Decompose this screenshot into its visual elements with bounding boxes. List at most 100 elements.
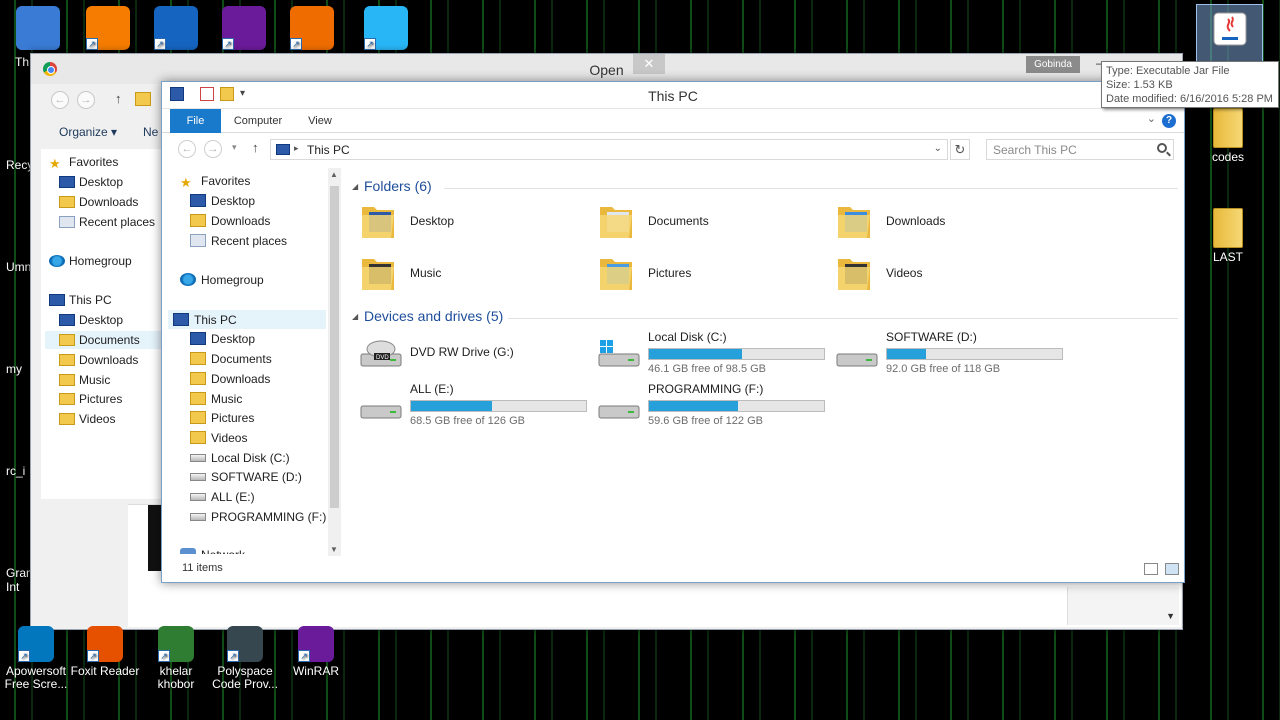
- folder-tile-videos[interactable]: Videos: [824, 250, 1054, 298]
- drive-tile-local-disk-c[interactable]: Local Disk (C:) 46.1 GB free of 98.5 GB: [586, 330, 825, 378]
- nav-item-downloads[interactable]: Downloads: [190, 212, 270, 231]
- open-sidebar-item[interactable]: Homegroup: [49, 252, 132, 270]
- nav-item-downloads[interactable]: Downloads: [190, 370, 270, 389]
- open-dialog-close-button[interactable]: ✕: [633, 54, 665, 74]
- file-type-box[interactable]: ▼: [1067, 587, 1179, 625]
- chevron-down-icon[interactable]: ⌄: [934, 143, 942, 154]
- nav-item-homegroup[interactable]: Homegroup: [180, 271, 264, 290]
- nav-item-favorites[interactable]: ★ Favorites: [180, 172, 250, 191]
- nav-scrollbar[interactable]: ▲ ▼: [328, 168, 341, 556]
- nav-item-this-pc[interactable]: This PC: [168, 310, 326, 329]
- tab-view[interactable]: View: [300, 109, 340, 133]
- search-input[interactable]: [987, 140, 1147, 159]
- details-view-icon[interactable]: [1144, 563, 1158, 575]
- open-dialog-sidebar: ★ Favorites Desktop Downloads Recent places H…: [41, 149, 161, 499]
- desktop-icon-label-line2: Code Prov...: [212, 677, 278, 691]
- open-sidebar-item[interactable]: Pictures: [59, 390, 122, 408]
- drive-tile-software-d[interactable]: SOFTWARE (D:) 92.0 GB free of 118 GB: [824, 330, 1063, 378]
- drive-tile-all-e[interactable]: ALL (E:) 68.5 GB free of 126 GB: [348, 382, 587, 430]
- desktop-icon-avast[interactable]: ↗: [72, 6, 144, 53]
- back-arrow-icon[interactable]: ←: [178, 140, 196, 158]
- open-sidebar-item[interactable]: Documents: [45, 331, 161, 349]
- refresh-button[interactable]: ↻: [950, 139, 970, 160]
- up-arrow-icon[interactable]: ↑: [115, 91, 122, 106]
- folders-group-header[interactable]: ◢ Folders (6): [348, 178, 1178, 198]
- folder-tile-music[interactable]: Music: [348, 250, 578, 298]
- nav-item-desktop[interactable]: Desktop: [190, 192, 255, 211]
- scroll-up-icon[interactable]: ▲: [330, 170, 338, 179]
- collapse-icon[interactable]: ◢: [352, 182, 358, 191]
- desktop-icon-shareit[interactable]: ↗: [350, 6, 422, 53]
- desktop-icon-this-pc[interactable]: Th: [2, 6, 74, 69]
- desktop-icon: [59, 314, 75, 326]
- desktop-shortcut-4[interactable]: ↗ Polyspace Code Prov...: [209, 626, 281, 691]
- desktop-folder-last[interactable]: LAST: [1192, 208, 1264, 264]
- help-icon[interactable]: ?: [1162, 114, 1176, 128]
- open-sidebar-item[interactable]: Downloads: [59, 351, 138, 369]
- folder-tile-documents[interactable]: Documents: [586, 198, 816, 246]
- recent-locations-icon[interactable]: ▾: [232, 142, 237, 153]
- collapse-icon[interactable]: ◢: [352, 312, 358, 321]
- drive-tile-dvd-rw-drive-g[interactable]: DVD DVD RW Drive (G:): [348, 330, 583, 378]
- nav-item-software-d[interactable]: SOFTWARE (D:): [190, 468, 302, 487]
- chevron-down-icon[interactable]: ▼: [1166, 611, 1175, 621]
- drives-group-header[interactable]: ◢ Devices and drives (5): [348, 308, 1178, 328]
- drive-tile-programming-f[interactable]: PROGRAMMING (F:) 59.6 GB free of 122 GB: [586, 382, 825, 430]
- desktop-icon-label-partial[interactable]: Umn: [6, 260, 31, 274]
- back-arrow-icon[interactable]: ←: [51, 91, 69, 109]
- open-sidebar-item[interactable]: Recent places: [59, 213, 155, 231]
- desktop-icon-label-partial[interactable]: rc_i: [6, 464, 25, 478]
- address-bar[interactable]: ▸ This PC ⌄: [270, 139, 948, 160]
- scroll-down-icon[interactable]: ▼: [330, 545, 338, 554]
- nav-item-pictures[interactable]: Pictures: [190, 409, 254, 428]
- app-purple-icon: ↗: [222, 6, 266, 50]
- open-sidebar-item[interactable]: Desktop: [59, 173, 123, 191]
- folder-icon: [190, 431, 206, 444]
- new-folder-button[interactable]: Ne: [143, 125, 158, 139]
- nav-item-desktop[interactable]: Desktop: [190, 330, 255, 349]
- open-sidebar-item[interactable]: ★ Favorites: [49, 153, 118, 171]
- nav-item-music[interactable]: Music: [190, 390, 242, 409]
- expand-ribbon-icon[interactable]: ⌄: [1147, 112, 1156, 125]
- address-row: ← → ▾ ↑ ▸ This PC ⌄ ↻: [162, 135, 1184, 163]
- desktop-shortcut-3[interactable]: ↗ khelar khobor: [140, 626, 212, 691]
- open-sidebar-item[interactable]: Downloads: [59, 193, 138, 211]
- desktop-shortcut-2[interactable]: ↗ Foxit Reader: [69, 626, 141, 678]
- breadcrumb[interactable]: This PC: [307, 143, 350, 157]
- open-sidebar-item[interactable]: Desktop: [59, 311, 123, 329]
- desktop-shortcut-1[interactable]: ↗ Apowersoft Free Scre...: [0, 626, 72, 691]
- search-box[interactable]: [986, 139, 1174, 160]
- desktop-icon-app-blue[interactable]: ↗: [140, 6, 212, 53]
- folder-name: Music: [410, 266, 442, 280]
- nav-item-local-disk-c[interactable]: Local Disk (C:): [190, 449, 290, 468]
- open-sidebar-item[interactable]: Videos: [59, 410, 115, 428]
- folder-tile-desktop[interactable]: Desktop: [348, 198, 578, 246]
- tab-computer[interactable]: Computer: [228, 109, 288, 133]
- folder-tile-downloads[interactable]: Downloads: [824, 198, 1054, 246]
- forward-arrow-icon[interactable]: →: [204, 140, 222, 158]
- nav-item-all-e[interactable]: ALL (E:): [190, 488, 255, 507]
- desktop-icon-app-purple[interactable]: ↗: [208, 6, 280, 53]
- nav-item-network[interactable]: Network: [180, 546, 245, 554]
- search-icon[interactable]: [1157, 143, 1167, 153]
- java-jar-icon-selected[interactable]: [1196, 4, 1263, 62]
- open-sidebar-item[interactable]: This PC: [49, 291, 112, 309]
- tab-file[interactable]: File: [170, 109, 221, 133]
- scrollbar-thumb[interactable]: [330, 186, 339, 508]
- nav-item-recent-places[interactable]: Recent places: [190, 232, 287, 251]
- desktop-icon-label-partial[interactable]: my: [6, 362, 22, 376]
- large-icons-view-icon[interactable]: [1165, 563, 1179, 575]
- up-arrow-icon[interactable]: ↑: [252, 140, 259, 155]
- desktop-folder-codes[interactable]: codes: [1192, 108, 1264, 164]
- breadcrumb-separator-icon[interactable]: ▸: [294, 143, 299, 154]
- open-sidebar-item[interactable]: Music: [59, 371, 110, 389]
- nav-item-videos[interactable]: Videos: [190, 429, 247, 448]
- desktop-shortcut-5[interactable]: ↗ WinRAR: [280, 626, 352, 678]
- nav-item-programming-f[interactable]: PROGRAMMING (F:): [190, 508, 326, 527]
- folder-tile-pictures[interactable]: Pictures: [586, 250, 816, 298]
- nav-item-documents[interactable]: Documents: [190, 350, 272, 369]
- forward-arrow-icon[interactable]: →: [77, 91, 95, 109]
- organize-button[interactable]: Organize ▾: [59, 125, 117, 139]
- desktop-icon-app-orange[interactable]: ↗: [276, 6, 348, 53]
- desktop-icon-label-partial[interactable]: Int: [6, 580, 19, 594]
